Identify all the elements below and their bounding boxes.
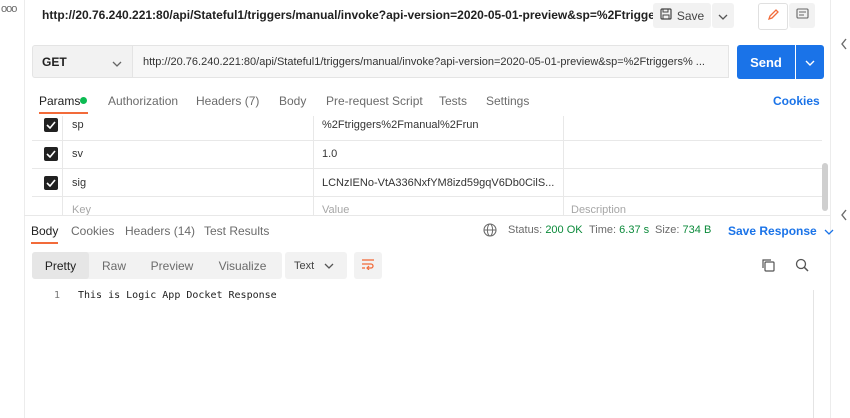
edit-button[interactable] bbox=[758, 3, 788, 30]
format-label: Text bbox=[294, 259, 315, 272]
chevron-down-icon bbox=[820, 224, 834, 238]
chevron-down-icon bbox=[718, 7, 728, 25]
wrap-lines-icon bbox=[361, 257, 375, 275]
save-button[interactable]: Save bbox=[653, 3, 711, 28]
active-tab-underline bbox=[39, 112, 88, 114]
save-icon bbox=[660, 8, 672, 23]
param-checkbox[interactable] bbox=[44, 147, 58, 161]
left-sidebar-strip bbox=[0, 0, 25, 418]
tab-authorization[interactable]: Authorization bbox=[108, 94, 178, 108]
left-dots[interactable]: ooo bbox=[1, 3, 17, 15]
status-text: Status: 200 OK bbox=[508, 224, 583, 236]
column-divider bbox=[563, 116, 564, 215]
view-pretty-button[interactable]: Pretty bbox=[32, 252, 89, 279]
size-label: Size: bbox=[655, 224, 680, 236]
param-checkbox[interactable] bbox=[44, 176, 58, 190]
chevron-left-icon[interactable] bbox=[840, 209, 848, 224]
checkbox-checked-icon bbox=[46, 145, 56, 163]
chevron-down-icon bbox=[324, 260, 334, 272]
status-value[interactable]: 200 OK bbox=[545, 224, 582, 236]
save-label: Save bbox=[676, 8, 705, 23]
size-value[interactable]: 734 B bbox=[683, 224, 712, 236]
params-scrollbar[interactable] bbox=[822, 163, 828, 211]
tab-params[interactable]: Params bbox=[39, 94, 80, 108]
checkbox-checked-icon bbox=[46, 116, 56, 134]
time-text: Time: 6.37 s bbox=[589, 224, 649, 236]
column-divider bbox=[62, 116, 63, 215]
time-label: Time: bbox=[589, 224, 617, 236]
column-divider bbox=[313, 116, 314, 215]
param-key[interactable]: sig bbox=[72, 177, 86, 189]
param-value[interactable]: %2Ftriggers%2Fmanual%2Frun bbox=[322, 119, 479, 131]
params-indicator-dot bbox=[80, 97, 87, 104]
pane-divider[interactable] bbox=[24, 215, 830, 216]
pencil-icon bbox=[767, 8, 780, 26]
tab-response-headers[interactable]: Headers (14) bbox=[125, 224, 195, 238]
comments-button[interactable] bbox=[789, 3, 815, 28]
param-key[interactable]: sv bbox=[72, 148, 83, 160]
param-value[interactable]: LCNzIENo-VtA336NxfYM8izd59gqV6Db0CilS... bbox=[322, 177, 554, 189]
cookies-link[interactable]: Cookies bbox=[773, 94, 820, 108]
copy-icon[interactable] bbox=[761, 258, 775, 277]
tab-body[interactable]: Body bbox=[279, 94, 306, 108]
globe-icon[interactable] bbox=[483, 223, 497, 242]
send-dropdown-button[interactable] bbox=[796, 45, 824, 79]
response-body-line[interactable]: This is Logic App Docket Response bbox=[78, 290, 277, 301]
checkbox-checked-icon bbox=[46, 174, 56, 192]
format-select[interactable]: Text bbox=[285, 252, 347, 279]
search-icon[interactable] bbox=[795, 258, 809, 277]
row-divider bbox=[32, 140, 822, 141]
chevron-down-icon bbox=[805, 53, 815, 71]
tab-response-body[interactable]: Body bbox=[31, 224, 58, 238]
view-raw-button[interactable]: Raw bbox=[91, 252, 137, 279]
view-visualize-button[interactable]: Visualize bbox=[209, 252, 276, 279]
wrap-lines-button[interactable] bbox=[354, 252, 382, 279]
method-label: GET bbox=[42, 54, 67, 69]
tab-pre-request-script[interactable]: Pre-request Script bbox=[326, 94, 423, 108]
status-label: Status: bbox=[508, 224, 543, 236]
response-scrollbar-track[interactable] bbox=[813, 290, 814, 418]
param-value[interactable]: 1.0 bbox=[322, 148, 337, 160]
row-divider bbox=[32, 196, 822, 197]
save-response-label: Save Response bbox=[728, 224, 817, 238]
time-value[interactable]: 6.37 s bbox=[619, 224, 649, 236]
param-key[interactable]: sp bbox=[72, 119, 84, 131]
row-divider bbox=[32, 168, 822, 169]
size-text: Size: 734 B bbox=[655, 224, 711, 236]
line-number: 1 bbox=[54, 290, 61, 301]
chevron-down-icon bbox=[112, 56, 122, 70]
chevron-left-icon[interactable] bbox=[840, 38, 848, 53]
view-preview-button[interactable]: Preview bbox=[141, 252, 203, 279]
request-title[interactable]: http://20.76.240.221:80/api/Stateful1/tr… bbox=[42, 8, 669, 22]
tab-test-results[interactable]: Test Results bbox=[204, 224, 269, 238]
send-button[interactable]: Send bbox=[737, 45, 795, 79]
url-input[interactable]: http://20.76.240.221:80/api/Stateful1/tr… bbox=[132, 45, 729, 78]
save-dropdown-button[interactable] bbox=[712, 3, 734, 28]
tab-settings[interactable]: Settings bbox=[486, 94, 529, 108]
active-tab-underline bbox=[31, 242, 58, 244]
tab-headers[interactable]: Headers (7) bbox=[196, 94, 259, 108]
save-response-button[interactable]: Save Response bbox=[728, 224, 834, 238]
tab-response-cookies[interactable]: Cookies bbox=[71, 224, 114, 238]
comment-icon bbox=[795, 7, 809, 25]
param-checkbox[interactable] bbox=[44, 118, 58, 132]
method-select[interactable]: GET bbox=[32, 45, 132, 78]
tab-tests[interactable]: Tests bbox=[439, 94, 467, 108]
